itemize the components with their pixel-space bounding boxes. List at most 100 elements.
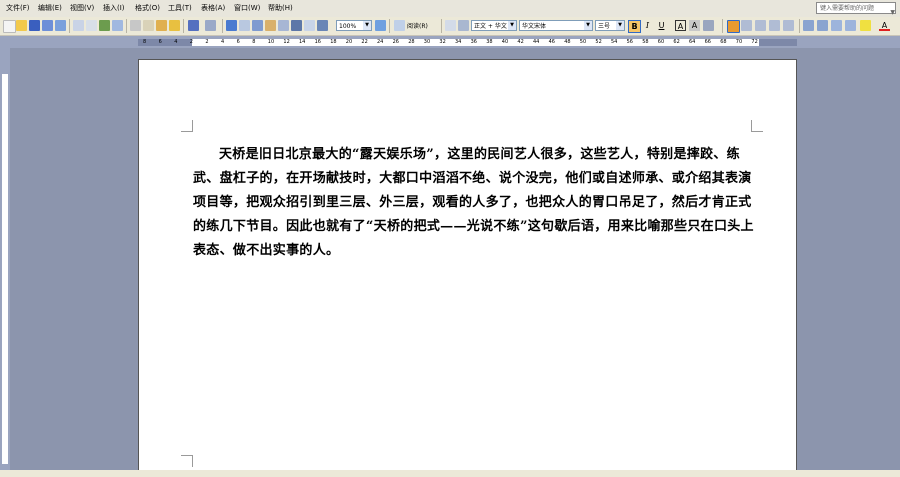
permission-icon[interactable] bbox=[42, 20, 53, 31]
justify-icon[interactable] bbox=[769, 20, 780, 31]
read-mode-button[interactable]: 阅读(R) bbox=[407, 21, 428, 30]
align-left-icon[interactable] bbox=[727, 20, 740, 33]
menu-file[interactable]: 文件(F) bbox=[6, 3, 30, 13]
dropdown-arrow-icon[interactable]: ▼ bbox=[363, 21, 371, 30]
numbering-icon[interactable] bbox=[803, 20, 814, 31]
copy-icon[interactable] bbox=[143, 20, 154, 31]
vertical-ruler-text-area bbox=[2, 74, 8, 464]
font-value: 华文宋体 bbox=[522, 23, 547, 30]
ruler-number: 46 bbox=[548, 39, 555, 45]
bullets-icon[interactable] bbox=[817, 20, 828, 31]
menu-format[interactable]: 格式(O) bbox=[135, 3, 160, 13]
ruler-number: 8 bbox=[252, 39, 256, 45]
new-document-icon[interactable] bbox=[3, 20, 16, 33]
ruler-number: 36 bbox=[470, 39, 477, 45]
ruler-number: 66 bbox=[704, 39, 711, 45]
toolbar-separator bbox=[389, 19, 390, 33]
toolbar-separator bbox=[126, 19, 127, 33]
crop-mark-bottom-left bbox=[181, 455, 193, 467]
redo-icon[interactable] bbox=[205, 20, 216, 31]
open-folder-icon[interactable] bbox=[16, 20, 27, 31]
underline-button[interactable]: U bbox=[656, 20, 667, 31]
paste-icon[interactable] bbox=[156, 20, 167, 31]
print-icon[interactable] bbox=[73, 20, 84, 31]
spelling-icon[interactable] bbox=[99, 20, 110, 31]
toolbar-separator bbox=[799, 19, 800, 33]
dropdown-arrow-icon[interactable]: ▼ bbox=[584, 21, 592, 30]
document-map-icon[interactable] bbox=[304, 20, 315, 31]
format-painter-icon[interactable] bbox=[169, 20, 180, 31]
font-combo[interactable]: 华文宋体 ▼ bbox=[519, 20, 593, 31]
italic-button[interactable]: I bbox=[642, 20, 653, 31]
ruler-number: 54 bbox=[611, 39, 618, 45]
distributed-icon[interactable] bbox=[783, 20, 794, 31]
menu-window[interactable]: 窗口(W) bbox=[234, 3, 260, 13]
font-color-button[interactable]: A bbox=[879, 20, 890, 31]
font-size-combo[interactable]: 三号 ▼ bbox=[595, 20, 625, 31]
zoom-combo[interactable]: 100% ▼ bbox=[336, 20, 372, 31]
undo-icon[interactable] bbox=[188, 20, 199, 31]
ruler-number: 4 bbox=[174, 39, 178, 45]
save-icon[interactable] bbox=[29, 20, 40, 31]
ruler-number: 64 bbox=[689, 39, 696, 45]
menu-insert[interactable]: 插入(I) bbox=[103, 3, 125, 13]
document-page[interactable] bbox=[138, 59, 797, 477]
menu-edit[interactable]: 编辑(E) bbox=[38, 3, 62, 13]
ruler-number: 4 bbox=[221, 39, 225, 45]
help-icon[interactable] bbox=[375, 20, 386, 31]
ruler-number: 30 bbox=[423, 39, 431, 45]
toolbar-separator bbox=[222, 19, 223, 33]
ruler-number: 24 bbox=[377, 39, 384, 45]
highlight-icon[interactable] bbox=[860, 20, 871, 31]
print-preview-icon[interactable] bbox=[86, 20, 97, 31]
status-bar bbox=[0, 470, 900, 477]
styles-pane-icon[interactable] bbox=[445, 20, 456, 31]
ruler-number: 58 bbox=[642, 39, 649, 45]
research-icon[interactable] bbox=[112, 20, 123, 31]
crop-mark-top-left bbox=[181, 120, 193, 132]
help-search-input[interactable]: 键入需要帮助的问题 ▼ bbox=[816, 2, 896, 16]
help-search-placeholder: 键入需要帮助的问题 bbox=[820, 5, 875, 12]
ruler-number: 60 bbox=[657, 39, 665, 45]
menu-view[interactable]: 视图(V) bbox=[70, 3, 94, 13]
decrease-indent-icon[interactable] bbox=[831, 20, 842, 31]
ruler-number: 56 bbox=[626, 39, 633, 45]
scale-icon[interactable] bbox=[703, 20, 714, 31]
character-border-button[interactable]: A bbox=[675, 20, 686, 31]
bold-button[interactable]: B bbox=[628, 20, 641, 33]
email-icon[interactable] bbox=[55, 20, 66, 31]
increase-indent-icon[interactable] bbox=[845, 20, 856, 31]
style-combo[interactable]: 正文 + 华文 ▼ bbox=[471, 20, 517, 31]
ruler-number: 6 bbox=[236, 39, 240, 45]
align-center-icon[interactable] bbox=[741, 20, 752, 31]
style-value: 正文 + 华文 bbox=[474, 23, 507, 30]
insert-excel-icon[interactable] bbox=[265, 20, 276, 31]
ruler-number: 14 bbox=[299, 39, 306, 45]
cut-icon[interactable] bbox=[130, 20, 141, 31]
dropdown-arrow-icon[interactable]: ▼ bbox=[508, 21, 516, 30]
toolbar-separator bbox=[183, 19, 184, 33]
menu-help[interactable]: 帮助(H) bbox=[268, 3, 293, 13]
ruler-number: 2 bbox=[189, 39, 193, 45]
ruler-number: 10 bbox=[267, 39, 275, 45]
menu-tools[interactable]: 工具(T) bbox=[168, 3, 192, 13]
ruler-number: 28 bbox=[408, 39, 415, 45]
tables-borders-icon[interactable] bbox=[239, 20, 250, 31]
drawing-icon[interactable] bbox=[291, 20, 302, 31]
character-shading-button[interactable]: A bbox=[689, 20, 700, 31]
styles-formatting-icon[interactable] bbox=[458, 20, 469, 31]
show-hide-icon[interactable] bbox=[317, 20, 328, 31]
ruler-number: 72 bbox=[751, 39, 758, 45]
align-right-icon[interactable] bbox=[755, 20, 766, 31]
dropdown-arrow-icon[interactable]: ▼ bbox=[616, 21, 624, 30]
columns-icon[interactable] bbox=[278, 20, 289, 31]
ruler-number: 26 bbox=[392, 39, 399, 45]
ruler-number: 40 bbox=[501, 39, 509, 45]
read-mode-icon[interactable] bbox=[394, 20, 405, 31]
ruler-right-margin bbox=[759, 39, 797, 46]
document-paragraph[interactable]: 天桥是旧日北京最大的“露天娱乐场”，这里的民间艺人很多，这些艺人，特别是摔跤、练… bbox=[193, 143, 759, 263]
menu-table[interactable]: 表格(A) bbox=[201, 3, 225, 13]
hyperlink-icon[interactable] bbox=[226, 20, 237, 31]
insert-table-icon[interactable] bbox=[252, 20, 263, 31]
toolbar-separator bbox=[722, 19, 723, 33]
